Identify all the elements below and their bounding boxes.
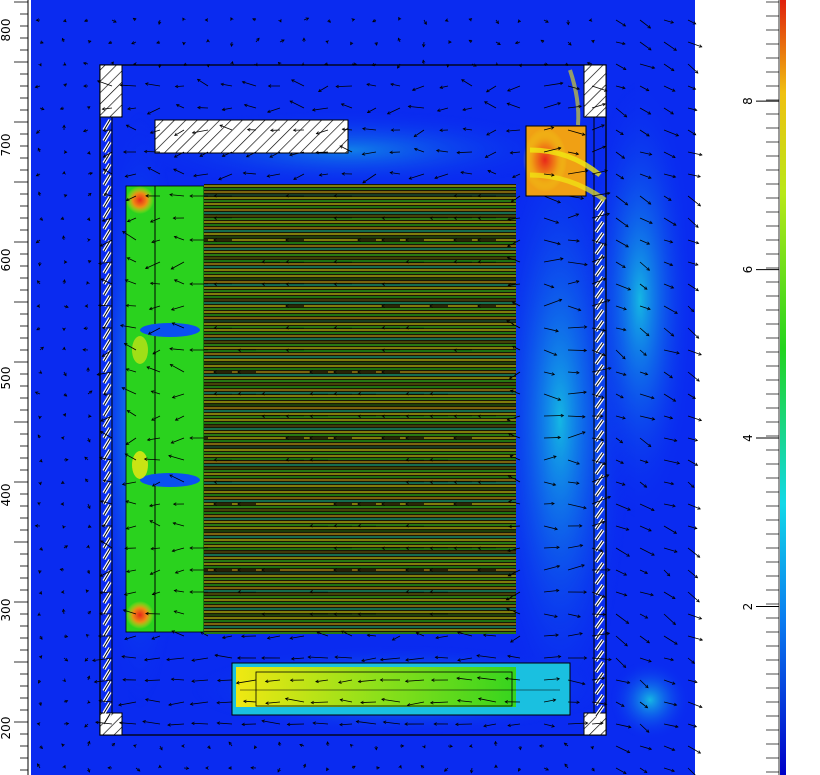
ruler-label: 200 bbox=[0, 717, 13, 740]
vector-arrow bbox=[144, 151, 161, 153]
bottom-duct-box bbox=[231, 662, 571, 716]
left-ruler: 200 300 400 500 600 700 800 bbox=[0, 0, 30, 775]
colorbar-label: 8 bbox=[741, 97, 755, 105]
vector-arrow bbox=[567, 349, 587, 351]
ruler-label: 400 bbox=[0, 484, 13, 507]
colorbar-label: 6 bbox=[741, 266, 755, 274]
colorbar-label: 4 bbox=[741, 434, 755, 442]
colorbar: 2 4 6 8 bbox=[741, 0, 786, 775]
ruler-label: 500 bbox=[0, 367, 13, 390]
ruler-label: 600 bbox=[0, 249, 13, 272]
ruler-label: 800 bbox=[0, 19, 13, 42]
velocity-field-plot: 200 300 400 500 600 700 800 2468 bbox=[0, 0, 786, 775]
colorbar-label: 2 bbox=[741, 603, 755, 611]
ruler-label: 300 bbox=[0, 599, 13, 622]
vector-arrow bbox=[126, 305, 137, 307]
inlet-plenum bbox=[125, 185, 205, 633]
top-obstruction-block bbox=[154, 119, 349, 154]
vector-arrow bbox=[360, 701, 377, 703]
ruler-label: 700 bbox=[0, 134, 13, 157]
heat-exchanger-core bbox=[204, 184, 516, 634]
